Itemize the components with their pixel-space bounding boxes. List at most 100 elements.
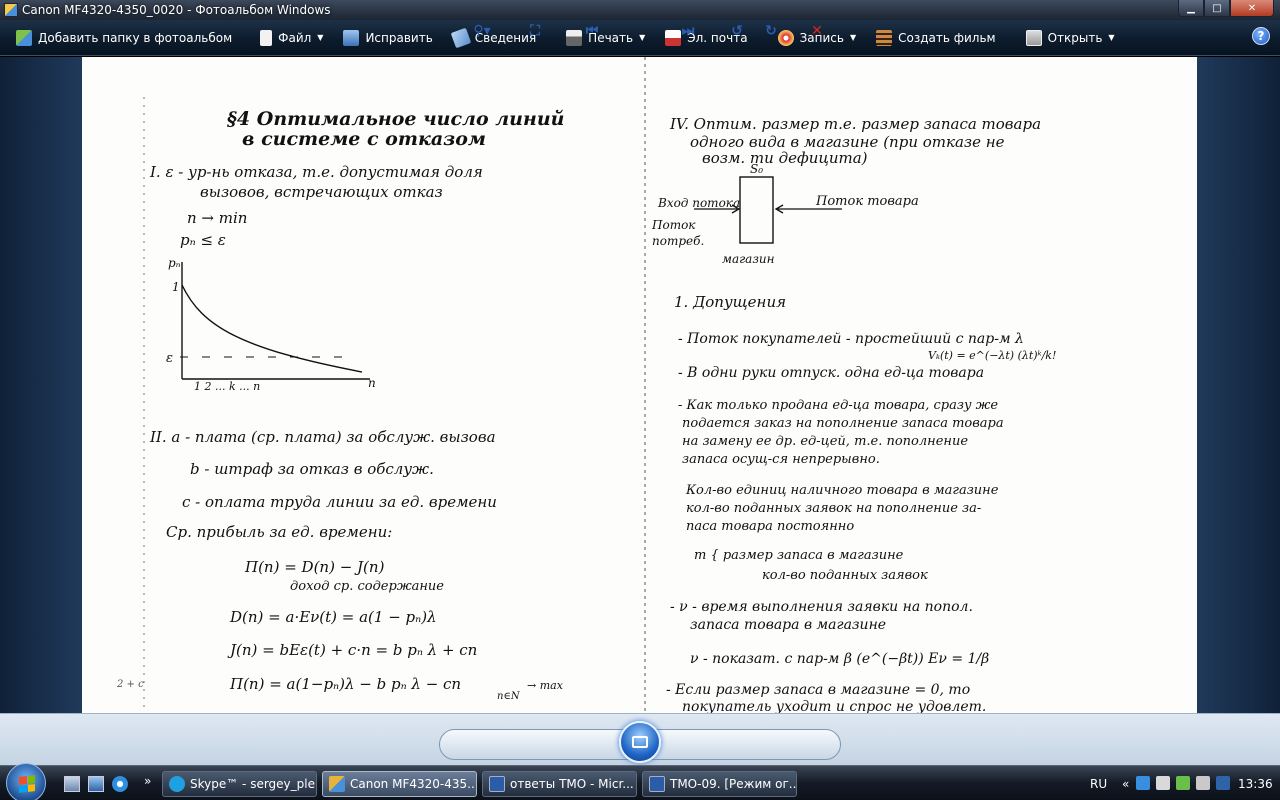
handwritten-notes: §4 Оптимальное число линий в системе с о…: [116, 57, 1056, 713]
photo-gallery-icon: [329, 776, 345, 792]
file-menu-label: Файл: [278, 30, 312, 45]
chevron-down-icon: ▼: [849, 33, 857, 42]
show-desktop-icon[interactable]: [64, 776, 80, 792]
zoom-button[interactable]: ⚲▾: [466, 21, 498, 41]
assumption-1-formula: Vₖ(t) = e^(−λt) (λt)ᵏ/k!: [928, 349, 1056, 362]
left-formula-2: D(n) = a·Eν(t) = a(1 − pₙ)λ: [229, 608, 437, 626]
left-s2-line1: II. a - плата (ср. плата) за обслуж. выз…: [149, 428, 496, 446]
task-word-tmo-label: ТМО-09. [Режим ог...: [670, 777, 797, 791]
viewer-background-left: [0, 57, 82, 713]
assumption-2: - В одни руки отпуск. одна ед-ца товара: [678, 365, 984, 381]
graph-eps-label: ε: [166, 351, 173, 366]
delete-button[interactable]: ✕: [806, 21, 828, 41]
close-button[interactable]: ✕: [1230, 0, 1274, 17]
fix-button[interactable]: Исправить: [335, 24, 440, 52]
next-icon: ⏭: [681, 23, 695, 39]
left-formula-1-note: доход ср. содержание: [290, 579, 444, 594]
window-controls: ▁ □ ✕: [1178, 0, 1274, 17]
graph-y1-label: 1: [172, 280, 180, 294]
rotate-ccw-button[interactable]: ↺: [726, 21, 748, 41]
graph-y-label: pₙ: [168, 256, 181, 270]
left-formula-3: J(n) = bEε(t) + c·n = b pₙ λ + cn: [227, 641, 477, 659]
tray-app2-icon[interactable]: [1216, 776, 1230, 790]
diagram-top-label: S₀: [750, 162, 763, 176]
next-button[interactable]: ⏭: [676, 21, 700, 41]
language-indicator[interactable]: RU: [1090, 777, 1107, 791]
graph-x-label: n: [368, 376, 376, 390]
assumption-3-line1: - Как только продана ед-ца товара, сразу…: [678, 398, 998, 413]
fix-icon: [343, 29, 360, 46]
task-skype[interactable]: Skype™ - sergey_ple...: [162, 771, 317, 797]
help-button[interactable]: ?: [1252, 27, 1270, 45]
actual-size-button[interactable]: ⛶: [524, 21, 546, 41]
previous-icon: ⏮: [585, 23, 599, 39]
left-s1-line2: вызовов, встречающих отказ: [200, 183, 443, 201]
maximize-button[interactable]: □: [1204, 0, 1230, 17]
rotate-ccw-icon: ↺: [731, 23, 743, 39]
word-document-icon: [489, 776, 505, 792]
scanned-document-image[interactable]: §4 Оптимальное число линий в системе с о…: [82, 57, 1197, 713]
switch-windows-icon[interactable]: [88, 776, 104, 792]
chevron-down-icon: ▼: [639, 33, 646, 42]
assumption-4-line1: Кол-во единиц наличного товара в магазин…: [685, 483, 999, 498]
diagram-left-label-1: Вход потока: [657, 196, 740, 210]
safely-remove-icon[interactable]: [1176, 776, 1190, 790]
task-word-tmo[interactable]: ТМО-09. [Режим ог...: [642, 771, 797, 797]
clock[interactable]: 13:36: [1238, 777, 1273, 791]
start-button[interactable]: [6, 763, 46, 800]
chevron-down-icon: ▼: [1108, 33, 1115, 42]
diagram-left-label-3: потреб.: [652, 234, 704, 248]
left-s1-line1: I. ε - ур-нь отказа, т.е. допустимая дол…: [149, 163, 483, 181]
left-heading-1: §4 Оптимальное число линий: [226, 108, 564, 130]
assumption-4-line2: кол-во поданных заявок на пополнение за-: [686, 501, 981, 516]
word-document-icon: [649, 776, 665, 792]
rotate-cw-icon: ↻: [765, 23, 777, 39]
tray-app-icon[interactable]: [1196, 776, 1210, 790]
minimize-button[interactable]: ▁: [1178, 0, 1204, 17]
assumption-6-line1: - ν - время выполнения заявки на попол.: [670, 599, 973, 615]
delete-icon: ✕: [811, 23, 823, 39]
network-icon[interactable]: [1136, 776, 1150, 790]
assumption-3-line2: подается заказ на пополнение запаса това…: [682, 416, 1004, 431]
make-movie-label: Создать фильм: [898, 30, 996, 45]
right-heading-3: возм. ти дефицита): [702, 149, 868, 167]
fix-label: Исправить: [365, 30, 433, 45]
open-menu-button[interactable]: Открыть ▼: [1018, 24, 1123, 52]
image-viewer: §4 Оптимальное число линий в системе с о…: [0, 57, 1280, 713]
print-menu-button[interactable]: Печать ▼: [558, 24, 653, 52]
title-bar: Canon MF4320-4350_0020 - Фотоальбом Wind…: [0, 0, 1280, 20]
viewer-background-right: [1197, 57, 1280, 713]
left-cond1: n → min: [187, 209, 247, 227]
assumption-7: ν - показат. с пар-м β (e^(−βt)) Eν = 1/…: [690, 651, 989, 667]
add-folder-label: Добавить папку в фотоальбом: [38, 30, 233, 45]
assumption-1: - Поток покупателей - простейший с пар-м…: [678, 331, 1024, 347]
open-label: Открыть: [1047, 30, 1103, 45]
quicklaunch-chevron-icon[interactable]: »: [144, 774, 160, 790]
window-title: Canon MF4320-4350_0020 - Фотоальбом Wind…: [22, 3, 331, 17]
add-folder-icon: [16, 29, 32, 46]
left-heading-2: в системе с отказом: [242, 128, 486, 150]
slideshow-icon: [632, 736, 648, 748]
task-word-answers[interactable]: ответы ТМО - Micr...: [482, 771, 637, 797]
make-movie-button[interactable]: Создать фильм: [868, 24, 1003, 52]
rotate-cw-button[interactable]: ↻: [760, 21, 782, 41]
assumption-8-line2: покупатель уходит и спрос не удовлет.: [682, 699, 986, 713]
assumption-5-line1: m { размер запаса в магазине: [694, 548, 904, 563]
tray-expand-button[interactable]: «: [1122, 777, 1129, 791]
add-folder-button[interactable]: Добавить папку в фотоальбом: [8, 24, 240, 52]
previous-button[interactable]: ⏮: [580, 21, 604, 41]
file-menu-button[interactable]: Файл ▼: [252, 24, 331, 52]
task-skype-label: Skype™ - sergey_ple...: [190, 777, 317, 791]
store-flow-diagram: S₀ Вход потока Поток потреб. Поток товар…: [651, 162, 919, 266]
task-photo-gallery-label: Canon MF4320-435...: [350, 777, 477, 791]
internet-explorer-icon[interactable]: [112, 776, 128, 792]
task-photo-gallery[interactable]: Canon MF4320-435...: [322, 771, 477, 797]
left-s2-line3: c - оплата труда линии за ед. времени: [182, 493, 497, 511]
taskbar: » Skype™ - sergey_ple... Canon MF4320-43…: [0, 763, 1280, 800]
volume-icon[interactable]: [1156, 776, 1170, 790]
magnifier-icon: ⚲▾: [473, 23, 491, 39]
windows-logo-icon: [19, 775, 35, 793]
diagram-right-label: Поток товара: [815, 194, 919, 209]
graph-x-ticks: 1 2 ... k ... n: [194, 380, 260, 393]
slideshow-button[interactable]: [619, 721, 661, 763]
